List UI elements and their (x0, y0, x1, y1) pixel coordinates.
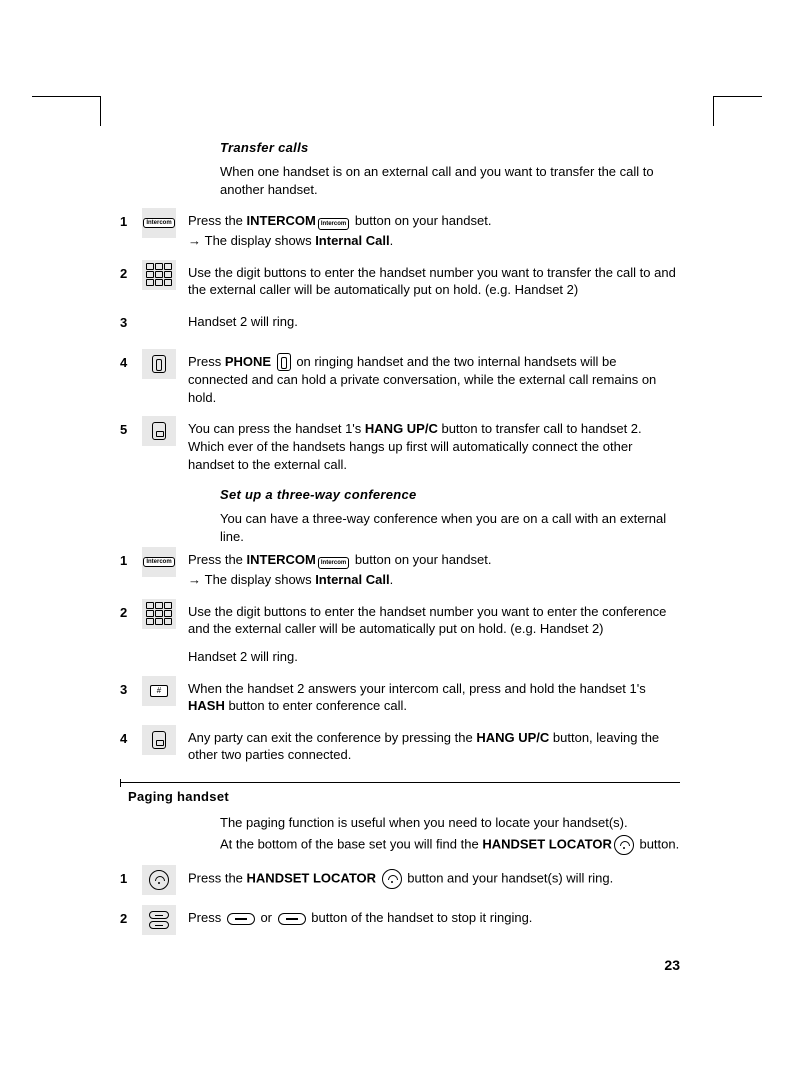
hash-icon: # (142, 676, 176, 706)
step-row: 1 Press the HANDSET LOCATOR button and y… (120, 865, 680, 895)
step-number: 4 (120, 725, 142, 746)
pill-buttons-icon (142, 905, 176, 935)
step-row: 5 You can press the handset 1's HANG UP/… (120, 416, 680, 473)
step-row: 3 # When the handset 2 answers your inte… (120, 676, 680, 715)
step-number: 1 (120, 547, 142, 568)
intercom-icon: Intercom (142, 208, 176, 238)
step-text: You can press the handset 1's HANG UP/C … (188, 416, 680, 473)
step-text: When the handset 2 answers your intercom… (188, 676, 680, 715)
hangup-icon (142, 725, 176, 755)
phone-icon (142, 349, 176, 379)
step-row: 2 Use the digit buttons to enter the han… (120, 599, 680, 666)
step-text: Use the digit buttons to enter the hands… (188, 599, 680, 666)
intro-conference: You can have a three-way conference when… (220, 510, 680, 545)
step-row: 3 Handset 2 will ring. (120, 309, 680, 339)
step-row: 1 Intercom Press the INTERCOMIntercom bu… (120, 208, 680, 250)
step-text: Handset 2 will ring. (188, 309, 680, 331)
step-text: Press PHONE on ringing handset and the t… (188, 349, 680, 407)
section-title-paging: Paging handset (128, 789, 680, 804)
step-number: 3 (120, 676, 142, 697)
section-title-transfer: Transfer calls (220, 140, 680, 155)
step-text: Press the INTERCOMIntercom button on you… (188, 208, 680, 250)
step-number: 5 (120, 416, 142, 437)
intro-transfer: When one handset is on an external call … (220, 163, 680, 198)
step-number: 3 (120, 309, 142, 330)
section-title-conference: Set up a three-way conference (220, 487, 680, 502)
keypad-icon (142, 599, 176, 629)
step-text: Use the digit buttons to enter the hands… (188, 260, 680, 299)
page-number: 23 (664, 957, 680, 973)
step-text: Press or button of the handset to stop i… (188, 905, 680, 927)
no-icon (142, 309, 176, 339)
step-text: Any party can exit the conference by pre… (188, 725, 680, 764)
step-number: 1 (120, 208, 142, 229)
step-number: 2 (120, 260, 142, 281)
hangup-icon (142, 416, 176, 446)
step-row: 2 Use the digit buttons to enter the han… (120, 260, 680, 299)
step-text: Press the INTERCOMIntercom button on you… (188, 547, 680, 589)
step-number: 2 (120, 599, 142, 620)
step-row: 4 Press PHONE on ringing handset and the… (120, 349, 680, 407)
section-divider: Paging handset (120, 782, 680, 804)
intercom-icon: Intercom (142, 547, 176, 577)
intro-paging-2: At the bottom of the base set you will f… (220, 835, 680, 855)
step-row: 2 Press or button of the handset to stop… (120, 905, 680, 935)
locator-icon (614, 835, 634, 855)
step-row: 1 Intercom Press the INTERCOMIntercom bu… (120, 547, 680, 589)
step-number: 2 (120, 905, 142, 926)
locator-icon (142, 865, 176, 895)
page-content: Transfer calls When one handset is on an… (120, 140, 680, 945)
keypad-icon (142, 260, 176, 290)
step-row: 4 Any party can exit the conference by p… (120, 725, 680, 764)
step-text: Press the HANDSET LOCATOR button and you… (188, 865, 680, 889)
intro-paging-1: The paging function is useful when you n… (220, 814, 680, 832)
step-number: 4 (120, 349, 142, 370)
step-number: 1 (120, 865, 142, 886)
